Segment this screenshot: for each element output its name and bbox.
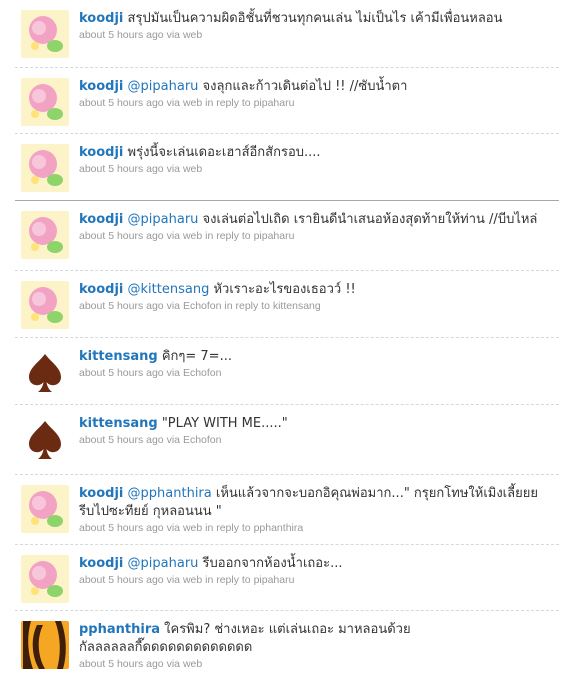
timestamp-link[interactable]: about 5 hours ago [79,300,164,312]
source-link[interactable]: Echofon [183,300,222,312]
source-link[interactable]: web [183,658,202,670]
mention-link[interactable]: @pipaharu [128,79,199,94]
source-link[interactable]: web [183,29,202,41]
via-label: via [166,163,181,175]
mention-link[interactable]: @pipaharu [128,212,199,227]
tweet-text: คิกๆ= 7=... [161,349,232,364]
koodji-avatar[interactable] [21,555,69,603]
in-reply-to-label: in reply to [205,230,251,242]
tweet-meta: about 5 hours ago via Echofon [79,433,559,448]
tweet-meta: about 5 hours ago via web in reply to pi… [79,573,559,588]
timeline: koodji สรุปมันเป็นความผิดอิชั้นที่ชวนทุก… [15,0,559,673]
tweet-text: หัวเราะอะไรของเธอวว์ !! [209,282,356,297]
source-link[interactable]: web [183,574,202,586]
tweet-item: koodji @pipaharu จงเล่นต่อไปเถิด เรายินด… [15,201,559,271]
username-link[interactable]: kittensang [79,349,158,364]
tweet-item: kittensang คิกๆ= 7=... about 5 hours ago… [15,338,559,405]
tweet-item: koodji สรุปมันเป็นความผิดอิชั้นที่ชวนทุก… [15,0,559,68]
timestamp-link[interactable]: about 5 hours ago [79,658,164,670]
timestamp-link[interactable]: about 5 hours ago [79,574,164,586]
username-link[interactable]: koodji [79,282,123,297]
via-label: via [166,367,181,379]
username-link[interactable]: koodji [79,145,123,160]
tweet-meta: about 5 hours ago via web [79,657,559,672]
tweet-text: จงเล่นต่อไปเถิด เรายินดีนำเสนอห้องสุดท้า… [198,212,538,227]
tweet-meta: about 5 hours ago via Echofon in reply t… [79,299,559,314]
koodji-avatar[interactable] [21,281,69,329]
username-link[interactable]: kittensang [79,416,158,431]
tweet-meta: about 5 hours ago via web in reply to pi… [79,229,559,244]
tweet-item: pphanthira ใครพิม? ช่างเหอะ แต่เล่นเถอะ … [15,611,559,673]
tweet-text: สรุปมันเป็นความผิดอิชั้นที่ชวนทุกคนเล่น … [127,11,503,26]
username-link[interactable]: koodji [79,11,123,26]
tweet-item: kittensang "PLAY WITH ME....." about 5 h… [15,405,559,475]
tweet-item: koodji พรุ่งนี้จะเล่นเดอะเฮาส์อีกสักรอบ.… [15,134,559,201]
reply-to-link[interactable]: kittensang [273,300,321,312]
via-label: via [166,97,181,109]
timestamp-link[interactable]: about 5 hours ago [79,434,164,446]
source-link[interactable]: Echofon [183,367,222,379]
in-reply-to-label: in reply to [205,574,251,586]
reply-to-link[interactable]: pipaharu [254,97,295,109]
via-label: via [166,522,181,534]
in-reply-to-label: in reply to [205,97,251,109]
via-label: via [166,230,181,242]
tweet-meta: about 5 hours ago via web in reply to pi… [79,96,559,111]
username-link[interactable]: koodji [79,486,123,501]
via-label: via [166,300,181,312]
koodji-avatar[interactable] [21,211,69,259]
source-link[interactable]: Echofon [183,434,222,446]
mention-link[interactable]: @pphanthira [128,486,212,501]
timestamp-link[interactable]: about 5 hours ago [79,230,164,242]
tweet-meta: about 5 hours ago via web in reply to pp… [79,521,559,536]
tweet-meta: about 5 hours ago via Echofon [79,366,559,381]
tweet-item: koodji @kittensang หัวเราะอะไรของเธอวว์ … [15,271,559,338]
source-link[interactable]: web [183,522,202,534]
source-link[interactable]: web [183,97,202,109]
username-link[interactable]: koodji [79,212,123,227]
username-link[interactable]: pphanthira [79,622,160,637]
source-link[interactable]: web [183,230,202,242]
username-link[interactable]: koodji [79,79,123,94]
spade-avatar[interactable] [21,348,69,396]
timestamp-link[interactable]: about 5 hours ago [79,367,164,379]
via-label: via [166,658,181,670]
koodji-avatar[interactable] [21,144,69,192]
tweet-item: koodji @pipaharu รีบออกจากห้องน้ำเถอะ...… [15,545,559,611]
koodji-avatar[interactable] [21,485,69,533]
in-reply-to-label: in reply to [224,300,270,312]
reply-to-link[interactable]: pphanthira [254,522,304,534]
tweet-text: พรุ่งนี้จะเล่นเดอะเฮาส์อีกสักรอบ.... [127,145,321,160]
tweet-item: koodji @pphanthira เห็นแล้วจากจะบอกอิคุณ… [15,475,559,545]
koodji-avatar[interactable] [21,10,69,58]
mention-link[interactable]: @kittensang [128,282,210,297]
tweet-text: รีบออกจากห้องน้ำเถอะ... [198,556,343,571]
spade-avatar[interactable] [21,415,69,463]
timestamp-link[interactable]: about 5 hours ago [79,97,164,109]
via-label: via [166,434,181,446]
koodji-avatar[interactable] [21,78,69,126]
reply-to-link[interactable]: pipaharu [254,574,295,586]
pphanthira-avatar[interactable] [21,621,69,669]
tweet-text: จงลุกและก้าวเดินต่อไป !! //ซับน้ำตา [198,79,408,94]
tweet-meta: about 5 hours ago via web [79,28,559,43]
source-link[interactable]: web [183,163,202,175]
via-label: via [166,574,181,586]
timestamp-link[interactable]: about 5 hours ago [79,522,164,534]
via-label: via [166,29,181,41]
in-reply-to-label: in reply to [205,522,251,534]
tweet-text: "PLAY WITH ME....." [161,416,288,431]
timestamp-link[interactable]: about 5 hours ago [79,163,164,175]
tweet-meta: about 5 hours ago via web [79,162,559,177]
mention-link[interactable]: @pipaharu [128,556,199,571]
username-link[interactable]: koodji [79,556,123,571]
reply-to-link[interactable]: pipaharu [254,230,295,242]
timestamp-link[interactable]: about 5 hours ago [79,29,164,41]
tweet-item: koodji @pipaharu จงลุกและก้าวเดินต่อไป !… [15,68,559,134]
